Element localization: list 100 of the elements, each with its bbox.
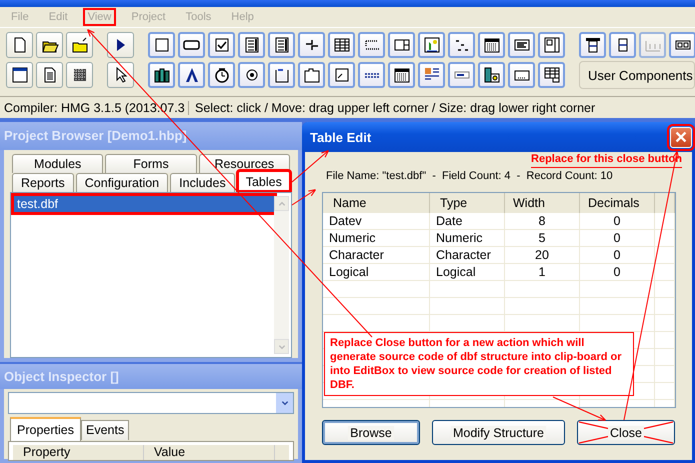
toolbar-button[interactable] <box>298 32 325 58</box>
tab[interactable]: Tables <box>236 170 291 192</box>
toolbar-button[interactable] <box>208 62 235 88</box>
window-title: Table Edit <box>310 130 372 144</box>
square-icon <box>152 36 170 54</box>
toolbar-button[interactable] <box>238 32 265 58</box>
image-icon <box>422 36 440 54</box>
close-icon <box>673 129 689 145</box>
table-cell: Numeric <box>430 230 505 246</box>
toolbar-button[interactable] <box>107 32 134 58</box>
table-cell: Character <box>323 247 430 263</box>
tabs-icon <box>302 66 320 84</box>
column-header: Decimals <box>580 193 655 213</box>
status-text: Select: click / Move: drag upper left corner / Size: drag lower right corner <box>194 101 596 115</box>
calendar-icon <box>482 36 500 54</box>
toolbar-button[interactable] <box>328 62 355 88</box>
toolbar-button[interactable] <box>66 62 93 88</box>
toolbar-button[interactable] <box>178 32 205 58</box>
table-cell: 5 <box>505 230 580 246</box>
data-grid-icon <box>542 66 560 84</box>
run-icon <box>116 38 126 52</box>
toolbar-button[interactable] <box>609 32 636 58</box>
toolbar-button[interactable] <box>6 62 33 88</box>
toolbar-button[interactable] <box>178 62 205 88</box>
toolbar-button[interactable] <box>508 32 535 58</box>
toolbar-button[interactable] <box>358 32 385 58</box>
folder-icon <box>70 36 88 54</box>
toolbar-button[interactable] <box>508 62 535 88</box>
object-dropdown[interactable] <box>8 392 294 414</box>
toolbar-button[interactable] <box>238 62 265 88</box>
toolbar-button[interactable] <box>36 32 63 58</box>
table-cell: 20 <box>505 247 580 263</box>
button[interactable]: Browse <box>322 420 420 445</box>
table-cell: 0 <box>580 213 655 229</box>
tab[interactable]: Properties <box>10 417 81 441</box>
toolbar-button[interactable] <box>36 62 63 88</box>
toolbar-button[interactable] <box>148 32 175 58</box>
tab[interactable]: Includes <box>170 173 235 192</box>
toolbar-button[interactable] <box>388 62 415 88</box>
table-cell: Logical <box>430 264 505 280</box>
toolbar-button[interactable] <box>478 32 505 58</box>
annotation-note: Replace Close button for a new action which will generate source code of dbf structure into clip-board or into EditBox to view source code for creation of listed DBF. <box>324 332 634 396</box>
toolbar-button[interactable] <box>66 32 93 58</box>
window-icon <box>10 66 28 84</box>
toolbar-button[interactable] <box>358 62 385 88</box>
toolbar-button[interactable] <box>418 32 445 58</box>
tab[interactable]: Events <box>80 420 130 440</box>
progress-bar-icon <box>454 71 470 79</box>
toolbar-button[interactable] <box>148 62 175 88</box>
tab[interactable]: Forms <box>105 154 197 173</box>
toolbar-button[interactable] <box>268 32 295 58</box>
dropdown-button[interactable] <box>276 393 293 413</box>
list-icon <box>242 36 260 54</box>
frame-icon <box>272 66 290 84</box>
table-cell: 0 <box>580 230 655 246</box>
column-header: Property <box>13 445 144 460</box>
list-icon <box>272 36 290 54</box>
rounded-rectangle-icon <box>183 40 200 50</box>
toolbar-button[interactable] <box>107 62 134 88</box>
table-cell: Date <box>430 213 505 229</box>
checkbox-icon <box>212 36 230 54</box>
table-cell: Numeric <box>323 230 430 246</box>
tab[interactable]: Configuration <box>76 173 168 192</box>
timer-icon <box>212 66 230 84</box>
toolbar-button[interactable] <box>388 32 415 58</box>
file-info-text: File Name: "test.dbf" - Field Count: 4 - Record Count: 10 <box>325 169 614 184</box>
column-header: Value <box>144 445 275 460</box>
window-title: Project Browser [Demo1.hbp] <box>0 122 302 150</box>
toolbar-button[interactable] <box>538 62 565 88</box>
toolbar-button[interactable] <box>669 32 695 58</box>
column-header: Width <box>505 193 580 213</box>
button[interactable]: Close <box>577 420 675 445</box>
toolbar-button[interactable] <box>328 32 355 58</box>
grid-icon <box>332 36 350 54</box>
table-cell: Logical <box>323 264 430 280</box>
panel-icon <box>542 36 560 54</box>
list-item[interactable]: test.dbf <box>11 193 277 215</box>
tree-icon <box>454 40 468 50</box>
window-title: Object Inspector [] <box>0 364 302 389</box>
tab[interactable]: Reports <box>12 173 74 192</box>
table-cell: 0 <box>580 264 655 280</box>
table-cell: Character <box>430 247 505 263</box>
table-cell: 1 <box>505 264 580 280</box>
toolbar-button[interactable] <box>208 32 235 58</box>
table-cell: Datev <box>323 213 430 229</box>
user-components-label: User Components: <box>588 68 694 82</box>
toolbar-button[interactable] <box>268 62 295 88</box>
toolbar-button[interactable] <box>579 32 606 58</box>
table-cell: 8 <box>505 213 580 229</box>
calendar-icon <box>392 66 410 84</box>
annotation-arrow <box>552 396 606 421</box>
toolbar-button[interactable] <box>538 32 565 58</box>
tab[interactable]: Modules <box>12 154 104 173</box>
button[interactable]: Modify Structure <box>432 420 565 445</box>
media-icon <box>482 66 500 84</box>
toolbar-button[interactable] <box>418 62 445 88</box>
toolbar-button[interactable] <box>6 32 33 58</box>
table-cell: 0 <box>580 247 655 263</box>
toolbar-button[interactable] <box>298 62 325 88</box>
toolbar-button[interactable] <box>478 62 505 88</box>
